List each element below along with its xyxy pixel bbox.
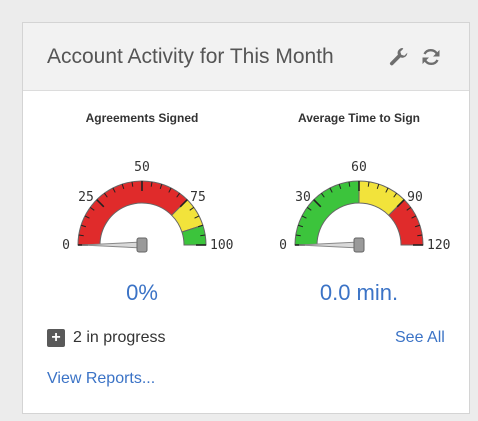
gauge-dial: 0 30 60 90 120 [279, 160, 450, 253]
gauge-hub [136, 237, 148, 253]
gauge-tick-label: 75 [190, 190, 206, 205]
account-activity-panel: Account Activity for This Month Agreemen… [22, 22, 470, 414]
wrench-icon[interactable] [388, 46, 410, 68]
plus-icon[interactable]: + [47, 329, 65, 347]
view-reports-link[interactable]: View Reports... [47, 370, 155, 388]
gauge-value: 0% [126, 280, 158, 305]
gauge-value: 0.0 min. [319, 280, 399, 305]
gauge-tick-label: 100 [210, 238, 233, 253]
gauge-tick-label: 90 [407, 190, 423, 205]
gauge-tick-label: 120 [427, 238, 450, 253]
see-all-link[interactable]: See All [395, 329, 445, 347]
gauge-hub [353, 237, 365, 253]
panel-header: Account Activity for This Month [23, 23, 469, 91]
panel-title: Account Activity for This Month [47, 45, 334, 68]
gauge-tick-label: 30 [295, 190, 311, 205]
in-progress-toggle[interactable]: + 2 in progress [47, 329, 166, 347]
gauge-tick-label: 0 [62, 238, 70, 253]
gauge-title: Average Time to Sign [297, 111, 421, 125]
refresh-icon[interactable] [420, 46, 442, 68]
gauge-tick-label: 25 [78, 190, 94, 205]
gauge-title: Agreements Signed [85, 111, 199, 125]
in-progress-label: 2 in progress [73, 329, 166, 346]
gauge-tick-label: 0 [279, 238, 287, 253]
gauge-tick-label: 60 [351, 160, 367, 175]
gauge-zone-0 [77, 180, 188, 246]
gauge-tick-label: 50 [134, 160, 150, 175]
gauge-dial: 0 25 50 75 100 [62, 160, 233, 253]
